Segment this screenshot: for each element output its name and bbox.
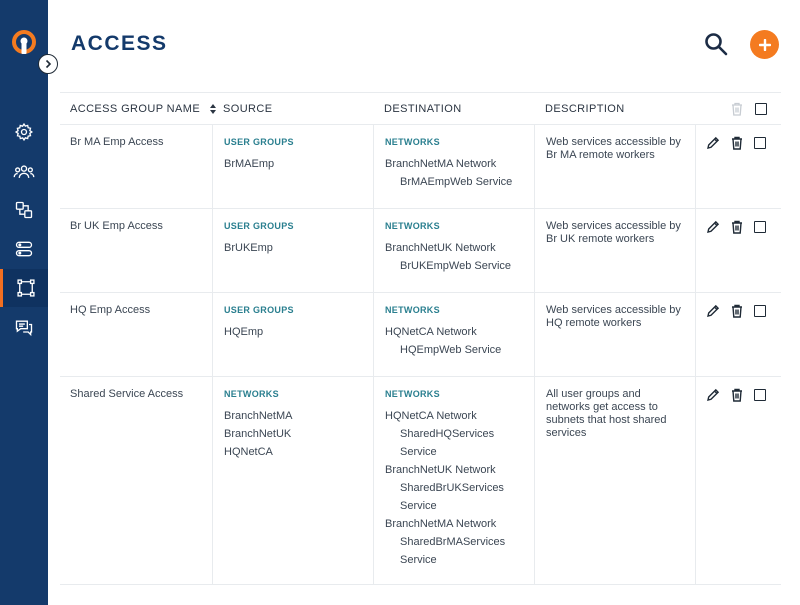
delete-icon[interactable]	[730, 220, 744, 234]
destination-tag: NETWORKS	[385, 305, 440, 315]
actions-cell	[695, 293, 781, 376]
destination-service: Service	[400, 554, 437, 566]
sidebar-item-access[interactable]	[0, 269, 48, 307]
source-cell: USER GROUPS BrUKEmp	[212, 209, 373, 292]
delete-icon[interactable]	[730, 136, 744, 150]
edit-icon[interactable]	[706, 136, 720, 150]
actions-cell	[695, 125, 781, 208]
source-item: HQNetCA	[224, 446, 273, 458]
group-name: Shared Service Access	[70, 388, 184, 400]
destination-service: BrUKEmpWeb Service	[400, 260, 512, 272]
source-item: HQEmp	[224, 326, 264, 338]
description-cell: Web services accessible by HQ remote wor…	[534, 293, 695, 376]
table-row: HQ Emp Access USER GROUPS HQEmp NETWORKS…	[60, 293, 781, 377]
table-header: ACCESS GROUP NAME SOURCE DESTINATION DES…	[60, 92, 781, 125]
destination-service: SharedBrUKServices	[400, 482, 504, 494]
row-select-checkbox[interactable]	[754, 137, 766, 149]
edit-icon[interactable]	[706, 220, 720, 234]
destination-tag: NETWORKS	[385, 137, 440, 147]
delete-icon[interactable]	[730, 388, 744, 402]
group-name: Br MA Emp Access	[70, 136, 164, 148]
source-item: BrMAEmp	[224, 158, 275, 170]
column-header-source: SOURCE	[223, 103, 273, 115]
table-row: Br UK Emp Access USER GROUPS BrUKEmp NET…	[60, 209, 781, 293]
destination-cell: NETWORKS HQNetCA Network HQEmpWeb Servic…	[373, 293, 534, 376]
group-name-cell: Br UK Emp Access	[70, 209, 212, 292]
messages-icon	[15, 320, 33, 337]
destination-network: BranchNetUK Network	[385, 242, 496, 254]
page-title: ACCESS	[71, 32, 168, 55]
add-access-group-button[interactable]	[750, 30, 779, 59]
actions-cell	[695, 377, 781, 584]
logo-icon	[12, 30, 36, 54]
select-all-checkbox[interactable]	[755, 103, 767, 115]
sidebar-item-users[interactable]	[0, 153, 48, 191]
destination-service: Service	[400, 500, 437, 512]
sidebar-expand-button[interactable]	[38, 54, 58, 74]
servers-icon	[15, 241, 33, 257]
source-item: BrUKEmp	[224, 242, 273, 254]
source-tag: NETWORKS	[224, 389, 279, 399]
access-groups-table: ACCESS GROUP NAME SOURCE DESTINATION DES…	[60, 92, 781, 585]
sidebar	[0, 0, 48, 605]
actions-cell	[695, 209, 781, 292]
source-cell: USER GROUPS BrMAEmp	[212, 125, 373, 208]
table-row: Shared Service Access NETWORKS BranchNet…	[60, 377, 781, 585]
network-objects-icon	[15, 201, 33, 219]
destination-cell: NETWORKS HQNetCA Network SharedHQService…	[373, 377, 534, 584]
source-item: BranchNetMA	[224, 410, 293, 422]
description-cell: All user groups and networks get access …	[534, 377, 695, 584]
bulk-delete-icon	[732, 102, 742, 116]
description-cell: Web services accessible by Br MA remote …	[534, 125, 695, 208]
destination-network: HQNetCA Network	[385, 410, 477, 422]
source-cell: USER GROUPS HQEmp	[212, 293, 373, 376]
group-name-cell: Br MA Emp Access	[70, 125, 212, 208]
access-icon	[16, 279, 35, 297]
source-tag: USER GROUPS	[224, 137, 294, 147]
source-item: BranchNetUK	[224, 428, 292, 440]
destination-cell: NETWORKS BranchNetMA Network BrMAEmpWeb …	[373, 125, 534, 208]
group-name-cell: Shared Service Access	[70, 377, 212, 584]
column-header-description: DESCRIPTION	[545, 103, 625, 115]
destination-service: HQEmpWeb Service	[400, 344, 502, 356]
destination-service: Service	[400, 446, 437, 458]
row-select-checkbox[interactable]	[754, 305, 766, 317]
delete-icon[interactable]	[730, 304, 744, 318]
destination-service: SharedHQServices	[400, 428, 495, 440]
sort-icon[interactable]	[209, 104, 216, 115]
plus-icon	[758, 38, 771, 51]
edit-icon[interactable]	[706, 388, 720, 402]
column-header-group-name[interactable]: ACCESS GROUP NAME	[70, 103, 216, 115]
row-select-checkbox[interactable]	[754, 389, 766, 401]
destination-network: BranchNetMA Network	[385, 158, 497, 170]
source-cell: NETWORKS BranchNetMA BranchNetUK HQNetCA	[212, 377, 373, 584]
edit-icon[interactable]	[706, 304, 720, 318]
group-name: HQ Emp Access	[70, 304, 151, 316]
sidebar-item-servers[interactable]	[0, 230, 48, 268]
destination-tag: NETWORKS	[385, 221, 440, 231]
group-name: Br UK Emp Access	[70, 220, 163, 232]
destination-cell: NETWORKS BranchNetUK Network BrUKEmpWeb …	[373, 209, 534, 292]
destination-network: BranchNetUK Network	[385, 464, 496, 476]
column-header-destination: DESTINATION	[384, 103, 462, 115]
search-icon[interactable]	[703, 31, 729, 57]
row-select-checkbox[interactable]	[754, 221, 766, 233]
destination-network: BranchNetMA Network	[385, 518, 497, 530]
description-cell: Web services accessible by Br UK remote …	[534, 209, 695, 292]
destination-service: BrMAEmpWeb Service	[400, 176, 513, 188]
destination-tag: NETWORKS	[385, 389, 440, 399]
sidebar-item-messages[interactable]	[0, 308, 48, 346]
destination-service: SharedBrMAServices	[400, 536, 506, 548]
users-icon	[13, 165, 35, 178]
chevron-right-icon	[45, 59, 52, 69]
sidebar-item-network-objects[interactable]	[0, 191, 48, 229]
table-row: Br MA Emp Access USER GROUPS BrMAEmp NET…	[60, 125, 781, 209]
column-header-group-name-label: ACCESS GROUP NAME	[70, 103, 201, 115]
source-tag: USER GROUPS	[224, 221, 294, 231]
sidebar-item-settings[interactable]	[0, 113, 48, 151]
gear-icon	[14, 122, 34, 142]
source-tag: USER GROUPS	[224, 305, 294, 315]
group-name-cell: HQ Emp Access	[70, 293, 212, 376]
destination-network: HQNetCA Network	[385, 326, 477, 338]
